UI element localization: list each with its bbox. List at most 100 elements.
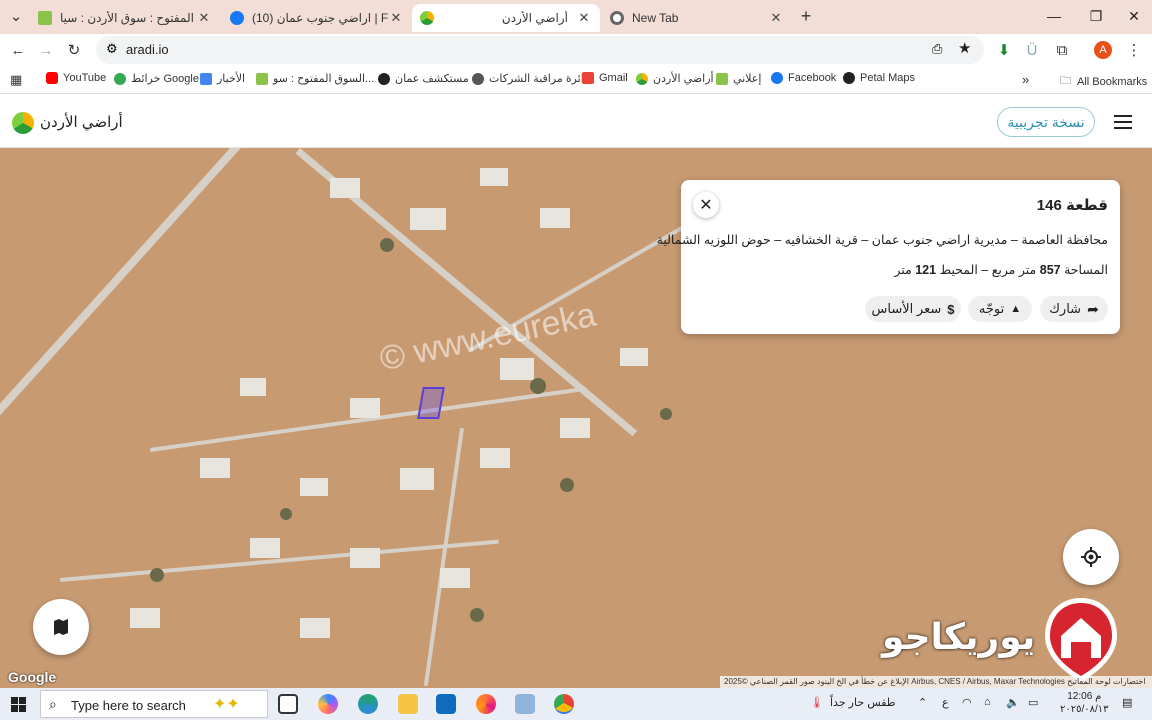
chrome-icon[interactable] <box>554 694 574 714</box>
apps-icon[interactable]: ▦ <box>10 72 22 88</box>
close-window-icon[interactable]: ✕ <box>1114 0 1152 32</box>
site-logo[interactable]: أراضي الأردن <box>40 113 123 131</box>
more-bookmarks-icon[interactable]: » <box>1022 72 1029 87</box>
weather-text[interactable]: طقس حار جداً <box>830 696 896 709</box>
hamburger-menu-icon[interactable] <box>1114 115 1132 129</box>
building <box>350 398 380 418</box>
bookmark-news[interactable]: الأخبار <box>200 72 245 85</box>
tab-title: السوق المفتوح : سوق الأردن : سيا <box>60 11 196 25</box>
taskbar-search-input[interactable]: ⌕ Type here to search ✦✦ <box>40 690 268 718</box>
building <box>480 448 510 468</box>
bookmark-amman-explorer[interactable]: مستكشف عمان <box>378 72 469 85</box>
install-icon[interactable]: ⎙ <box>932 41 942 57</box>
system-clock[interactable]: 12:06 م ٢٠٢٥/٠٨/١٣ <box>1060 690 1109 716</box>
chrome-icon <box>610 11 624 25</box>
bookmark-youtube[interactable]: YouTube <box>46 72 106 84</box>
building <box>410 208 446 230</box>
firefox-icon[interactable] <box>476 694 496 714</box>
extension-u-icon[interactable]: Ü <box>1020 38 1044 62</box>
battery-icon[interactable]: ▭ <box>1028 696 1038 709</box>
task-view-icon[interactable] <box>278 694 298 714</box>
base-price-button[interactable]: $ سعر الأساس <box>865 296 961 322</box>
tab-search-button[interactable]: ⌄ <box>4 4 28 28</box>
selected-plot[interactable] <box>417 387 445 419</box>
minimize-icon[interactable]: — <box>1034 0 1074 32</box>
close-popup-button[interactable]: ✕ <box>693 192 719 218</box>
folder-icon: 🗀 <box>1060 75 1071 87</box>
youtube-icon <box>46 72 58 84</box>
tab-title: أراضي الأردن <box>501 11 568 25</box>
google-logo: Google <box>8 669 57 685</box>
close-icon: ✕ <box>699 197 713 214</box>
clock-date: ٢٠٢٥/٠٨/١٣ <box>1060 704 1109 715</box>
url-text[interactable]: aradi.io <box>126 42 169 57</box>
reload-icon[interactable]: ↻ <box>62 38 86 62</box>
facebook-icon <box>230 11 244 25</box>
notifications-icon[interactable]: ▤ <box>1122 696 1132 709</box>
trial-version-button[interactable]: نسخة تجريبية <box>997 107 1095 137</box>
bookmark-label: دائرة مراقبة الشركات <box>489 73 589 85</box>
tab-souq[interactable]: السوق المفتوح : سوق الأردن : سيا ✕ <box>30 4 220 32</box>
share-label: شارك <box>1049 301 1082 316</box>
language-indicator[interactable]: ع <box>942 696 949 709</box>
extensions-icon[interactable]: ⧉ <box>1050 38 1074 62</box>
directions-button[interactable]: ▲ توجّه <box>968 296 1032 322</box>
bookmark-aradi[interactable]: أراضي الأردن <box>636 72 714 85</box>
bookmark-gmail[interactable]: Gmail <box>582 72 628 84</box>
bookmark-ilani[interactable]: إعلاني <box>716 72 761 85</box>
building <box>240 378 266 396</box>
ilani-icon <box>716 72 728 85</box>
avatar[interactable]: A <box>1094 41 1112 59</box>
back-icon[interactable]: ← <box>6 38 30 62</box>
map-layers-button[interactable] <box>33 599 89 655</box>
new-tab-button[interactable]: + <box>794 4 818 28</box>
close-icon[interactable]: ✕ <box>576 10 592 26</box>
all-bookmarks[interactable]: 🗀 All Bookmarks <box>1060 72 1147 91</box>
maps-pin-icon <box>114 72 126 85</box>
outlook-icon[interactable] <box>436 694 456 714</box>
plot-title: قطعة 146 <box>1036 197 1108 214</box>
network-icon[interactable]: ⌂ <box>984 696 991 708</box>
petal-icon <box>843 72 855 84</box>
wifi-icon[interactable]: ◠ <box>962 696 972 709</box>
edge-icon[interactable] <box>358 694 378 714</box>
tab-aradi[interactable]: أراضي الأردن ✕ <box>412 4 600 32</box>
area-prefix: المساحة <box>1064 263 1108 277</box>
star-icon[interactable]: ★ <box>958 39 971 57</box>
bookmark-google-maps[interactable]: خرائط Google <box>114 72 199 85</box>
tree <box>150 568 164 582</box>
chevron-up-icon[interactable]: ⌃ <box>918 696 927 709</box>
download-icon[interactable]: ⬇ <box>992 38 1016 62</box>
app-header: أراضي الأردن نسخة تجريبية <box>0 95 1152 148</box>
windows-start-icon[interactable] <box>11 697 26 712</box>
bookmark-souq[interactable]: السوق المفتوح : سو... <box>256 72 374 85</box>
tab-facebook[interactable]: (10) اراضي جنوب عمان | Facebook ✕ <box>222 4 412 32</box>
search-placeholder: Type here to search <box>71 698 186 713</box>
bookmark-facebook[interactable]: Facebook <box>771 72 836 84</box>
app-icon[interactable] <box>515 694 535 714</box>
weather-icon[interactable]: 🌡 <box>810 696 824 709</box>
tree <box>470 608 484 622</box>
bookmark-label: مستكشف عمان <box>395 73 469 85</box>
close-icon[interactable]: ✕ <box>768 10 784 26</box>
close-icon[interactable]: ✕ <box>196 10 212 26</box>
restore-icon[interactable]: ❐ <box>1076 0 1116 32</box>
file-explorer-icon[interactable] <box>398 694 418 714</box>
souq-icon <box>256 72 268 85</box>
building <box>300 478 328 496</box>
tab-new-tab[interactable]: New Tab ✕ <box>602 4 792 32</box>
bookmark-companies[interactable]: دائرة مراقبة الشركات <box>472 72 589 85</box>
plot-info-popup: قطعة 146 ✕ محافظة العاصمة – مديرية اراضي… <box>657 180 1120 334</box>
menu-icon[interactable]: ⋮ <box>1122 38 1146 62</box>
omnibox[interactable]: ⚙ aradi.io ⎙ ★ <box>96 36 984 64</box>
site-info-icon[interactable]: ⚙ <box>106 41 118 57</box>
close-icon[interactable]: ✕ <box>388 10 404 26</box>
bookmark-petal-maps[interactable]: Petal Maps <box>843 72 915 84</box>
my-location-button[interactable] <box>1063 529 1119 585</box>
directions-label: توجّه <box>978 301 1005 316</box>
copilot-icon[interactable] <box>318 694 338 714</box>
forward-icon[interactable]: → <box>34 38 58 62</box>
share-button[interactable]: ➦ شارك <box>1040 296 1108 322</box>
logo-icon[interactable] <box>12 112 34 134</box>
volume-icon[interactable]: 🔈 <box>1006 696 1020 709</box>
